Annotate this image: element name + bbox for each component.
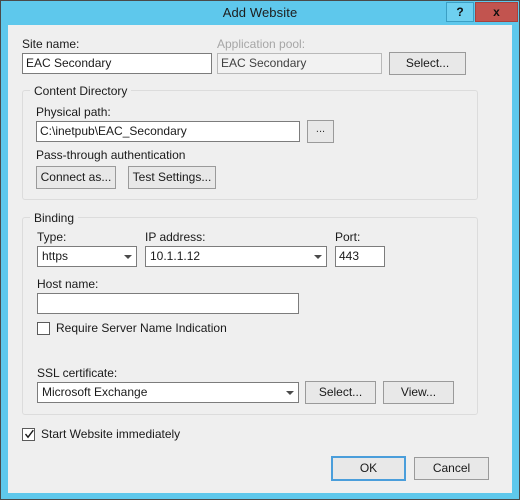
- titlebar: Add Website ? x: [1, 1, 519, 25]
- ellipsis-icon: ...: [315, 123, 326, 135]
- checkbox-box: [37, 322, 50, 335]
- ssl-certificate-label: SSL certificate:: [37, 366, 118, 380]
- connect-as-button[interactable]: Connect as...: [36, 166, 116, 189]
- ssl-view-button[interactable]: View...: [383, 381, 454, 404]
- binding-type-value: https: [42, 249, 69, 263]
- binding-ip-value: 10.1.1.12: [150, 249, 201, 263]
- binding-port-input[interactable]: 443: [335, 246, 385, 267]
- physical-path-input[interactable]: C:\inetpub\EAC_Secondary: [36, 121, 300, 142]
- help-button[interactable]: ?: [446, 2, 474, 22]
- binding-ip-label: IP address:: [145, 230, 206, 244]
- ssl-certificate-value: Microsoft Exchange: [42, 385, 148, 399]
- check-icon: [25, 429, 34, 439]
- application-pool-select-button[interactable]: Select...: [389, 52, 466, 75]
- test-settings-button[interactable]: Test Settings...: [128, 166, 216, 189]
- start-website-label: Start Website immediately: [41, 427, 181, 441]
- ok-button[interactable]: OK: [331, 456, 406, 481]
- checkbox-box: [22, 428, 35, 441]
- site-name-label: Site name:: [22, 37, 80, 51]
- physical-path-label: Physical path:: [36, 105, 111, 119]
- site-name-input[interactable]: EAC Secondary: [22, 53, 212, 74]
- application-pool-input[interactable]: EAC Secondary: [217, 53, 382, 74]
- dialog-title: Add Website: [222, 5, 298, 20]
- ssl-select-button[interactable]: Select...: [305, 381, 376, 404]
- start-website-checkbox[interactable]: Start Website immediately: [22, 427, 242, 443]
- binding-type-select[interactable]: https: [37, 246, 137, 267]
- physical-path-browse-button[interactable]: ...: [307, 120, 334, 143]
- application-pool-label: Application pool:: [217, 37, 306, 51]
- require-sni-label: Require Server Name Indication: [56, 321, 227, 335]
- passthrough-authentication-label: Pass-through authentication: [36, 148, 186, 162]
- cancel-button[interactable]: Cancel: [414, 457, 489, 480]
- binding-type-label: Type:: [37, 230, 67, 244]
- dialog-body: Site name: EAC Secondary Application poo…: [8, 25, 512, 493]
- require-sni-checkbox[interactable]: Require Server Name Indication: [37, 321, 297, 337]
- ssl-certificate-select[interactable]: Microsoft Exchange: [37, 382, 299, 403]
- binding-ip-select[interactable]: 10.1.1.12: [145, 246, 327, 267]
- chevron-down-icon: [119, 247, 136, 266]
- host-name-input[interactable]: [37, 293, 299, 314]
- binding-group-title: Binding: [30, 211, 79, 225]
- host-name-label: Host name:: [37, 277, 99, 291]
- content-directory-group-title: Content Directory: [30, 84, 132, 98]
- chevron-down-icon: [281, 383, 298, 402]
- close-button[interactable]: x: [475, 2, 518, 22]
- chevron-down-icon: [309, 247, 326, 266]
- binding-port-label: Port:: [335, 230, 361, 244]
- add-website-dialog: Add Website ? x Site name: EAC Secondary…: [0, 0, 520, 500]
